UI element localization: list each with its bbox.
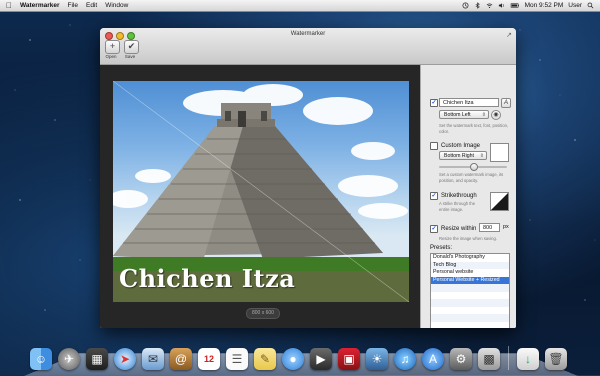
preset-item-selected[interactable]: Personal Website + Resized (431, 276, 509, 284)
messages-icon[interactable]: ● (282, 348, 304, 370)
preset-empty-row (431, 284, 509, 292)
fullscreen-icon[interactable]: ↗ (506, 31, 512, 39)
menu-clock[interactable]: Mon 9:52 PM (525, 2, 564, 9)
app-store-icon[interactable]: A (422, 348, 444, 370)
save-label: Save (124, 54, 136, 59)
apple-menu-icon[interactable]:  (6, 1, 14, 11)
facetime-icon[interactable]: ▶ (310, 348, 332, 370)
notes-icon[interactable]: ✎ (254, 348, 276, 370)
presets-list[interactable]: Donald's Photography Tech Blog Personal … (430, 253, 510, 328)
image-position-select[interactable]: Bottom Right ⇳ (439, 151, 487, 160)
launchpad-icon[interactable]: ✈ (58, 348, 80, 370)
time-machine-icon[interactable] (462, 2, 469, 9)
save-button[interactable]: ✔ (124, 40, 139, 54)
text-watermark-row: ✓ (430, 99, 438, 107)
window-title: Watermarker (290, 31, 326, 37)
watermark-text-field[interactable]: Chichen Itza (439, 98, 499, 107)
bluetooth-icon[interactable] (474, 2, 481, 9)
battery-icon[interactable] (510, 2, 520, 9)
calendar-icon[interactable]: 12 (198, 348, 220, 370)
menu-app-name[interactable]: Watermarker (20, 2, 60, 9)
wifi-icon[interactable] (486, 2, 493, 9)
trash-icon[interactable]: 🗑 (545, 348, 567, 370)
inspector-panel: ✓ Chichen Itza A Bottom Left ⇳ ◉ Set the … (420, 65, 516, 328)
menu-user[interactable]: User (568, 2, 582, 9)
open-button[interactable]: + (105, 40, 120, 54)
image-size-label: 800 x 600 (246, 308, 280, 319)
strikethrough-help: A strike through the entire image. (439, 201, 476, 212)
strikethrough-label: Strikethrough (441, 193, 477, 199)
custom-image-well[interactable] (490, 143, 509, 162)
text-watermark-checkbox[interactable]: ✓ (430, 99, 438, 107)
preset-empty-row (431, 299, 509, 307)
color-picker-button[interactable]: ◉ (491, 110, 501, 120)
preset-item[interactable]: Donald's Photography (431, 254, 509, 262)
open-label: Open (105, 54, 117, 59)
spotlight-search-icon[interactable] (587, 2, 594, 9)
text-watermark-help: Set the watermark text, font, position, … (439, 123, 509, 134)
opacity-slider-knob[interactable] (470, 163, 478, 171)
color-wheel-icon: ◉ (493, 112, 499, 118)
strikethrough-row: ✓ Strikethrough (430, 192, 477, 200)
font-button[interactable]: A (501, 98, 511, 108)
watermarker-app-icon[interactable]: ▩ (478, 348, 500, 370)
plus-icon: + (109, 41, 116, 51)
preset-item[interactable]: Tech Blog (431, 261, 509, 269)
system-preferences-icon[interactable]: ⚙ (450, 348, 472, 370)
menu-window[interactable]: Window (105, 2, 128, 9)
resize-row: ✓ Resize within (430, 225, 476, 233)
text-position-select[interactable]: Bottom Left ⇳ (439, 110, 489, 119)
strikethrough-preview[interactable] (490, 192, 509, 211)
checkmark-icon: ✔ (127, 41, 136, 51)
resize-label: Resize within (441, 226, 477, 232)
font-icon: A (503, 100, 508, 106)
dock: ☺ ✈ ▦ ➤ ✉ @ 12 ☰ ✎ ● ▶ ▣ ☀ ♫ A ⚙ ▩ ↓ 🗑 (30, 340, 570, 370)
custom-image-help: Set a custom watermark image, its positi… (439, 172, 504, 183)
image-position-value: Bottom Right (444, 153, 474, 159)
dock-separator (508, 346, 509, 370)
preset-empty-row (431, 314, 509, 322)
resize-help: Resize the image when saving. (439, 236, 497, 241)
finder-icon[interactable]: ☺ (30, 348, 52, 370)
contacts-icon[interactable]: @ (170, 348, 192, 370)
strikethrough-swatch-icon (491, 193, 508, 210)
reminders-icon[interactable]: ☰ (226, 348, 248, 370)
volume-icon[interactable] (498, 2, 505, 9)
menu-file[interactable]: File (68, 2, 78, 9)
itunes-icon[interactable]: ♫ (394, 348, 416, 370)
presets-title: Presets: (430, 245, 453, 251)
window-titlebar[interactable]: Watermarker ↗ + Open ✔ Save (100, 28, 516, 65)
downloads-stack-icon[interactable]: ↓ (517, 348, 539, 370)
photo-booth-icon[interactable]: ▣ (338, 348, 360, 370)
menu-edit[interactable]: Edit (86, 2, 97, 9)
preset-empty-row (431, 322, 509, 329)
custom-image-label: Custom Image (441, 143, 481, 149)
select-arrows-icon: ⇳ (481, 112, 486, 118)
text-position-value: Bottom Left (444, 112, 471, 118)
preset-item[interactable]: Personal website (431, 269, 509, 277)
safari-icon[interactable]: ➤ (114, 348, 136, 370)
mission-control-icon[interactable]: ▦ (86, 348, 108, 370)
resize-unit-label: px (503, 224, 509, 230)
select-arrows-icon: ⇳ (479, 153, 484, 159)
menu-bar:  Watermarker File Edit Window Mon 9:52 … (0, 0, 600, 12)
resize-value-field[interactable]: 800 (479, 223, 500, 232)
preset-empty-row (431, 307, 509, 315)
image-canvas: Chichen Itza 800 x 600 (100, 65, 420, 328)
iphoto-icon[interactable]: ☀ (366, 348, 388, 370)
custom-image-checkbox[interactable] (430, 142, 438, 150)
strikethrough-checkbox[interactable]: ✓ (430, 192, 438, 200)
watermark-text-overlay: Chichen Itza (119, 264, 296, 293)
preset-empty-row (431, 292, 509, 300)
watermarker-window: Watermarker ↗ + Open ✔ Save Chichen Itza… (100, 28, 516, 328)
custom-image-row: Custom Image (430, 142, 480, 150)
mail-icon[interactable]: ✉ (142, 348, 164, 370)
resize-checkbox[interactable]: ✓ (430, 225, 438, 233)
photo-preview[interactable]: Chichen Itza (113, 81, 409, 302)
